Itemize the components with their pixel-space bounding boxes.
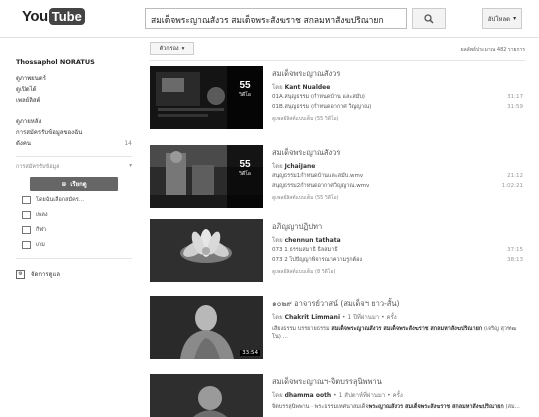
playlist-track[interactable]: สนุญธรรม2กำหนดอากาศวิญญาณ.wmv 1:02:21 <box>272 182 525 191</box>
result-author: โดย Chakrit Limmani • 1 ปีที่ผ่านมา • คร… <box>272 314 397 321</box>
sidebar-item-popular[interactable]: ดังคน 14 <box>16 138 132 149</box>
result-author: โดย JchaiJane <box>272 163 316 170</box>
results-divider <box>150 60 525 61</box>
result-count: ผลลัพธ์ประมาณ 482 รายการ <box>460 47 525 53</box>
chevron-down-icon: ▾ <box>181 45 185 52</box>
result-title[interactable]: อภิญญาปฏิปทา <box>272 221 525 233</box>
playlist-count-overlay: 55 วิดีโอ <box>227 145 263 208</box>
author-link[interactable]: chennun tathata <box>285 237 341 244</box>
playlist-result: อภิญญาปฏิปทา โดย chennun tathata 073 1 ธ… <box>150 219 525 283</box>
playlist-thumbnail[interactable]: 55 วิดีโอ <box>150 145 263 208</box>
youtube-logo[interactable]: You Tube <box>22 8 85 25</box>
view-full-playlist-link[interactable]: ดูเพลย์ลิสต์แบบเต็ม (8 วิดีโอ) <box>272 268 525 276</box>
lotus-thumbnail-image <box>150 219 263 282</box>
result-info: อภิญญาปฏิปทา โดย chennun tathata 073 1 ธ… <box>272 219 525 276</box>
plus-icon: ⊕ <box>61 180 67 188</box>
video-result: สมเด็จพระญาณฯ-จิตบรรลุนิพพาน โดย dhamma … <box>150 374 525 417</box>
music-icon <box>22 210 31 219</box>
search-input[interactable]: สมเด็จพระญาณสังวร สมเด็จพระสังฆราช สกลมห… <box>145 8 407 29</box>
playlist-result: 55 วิดีโอ สมเด็จพระญาณสังวร โดย Kant Nua… <box>150 66 525 130</box>
result-author: โดย dhamma ooth • 1 สัปดาห์ที่ผ่านมา • ค… <box>272 392 403 399</box>
sidebar-item-subscriptions[interactable]: การสมัครรับข้อมูลของฉัน <box>16 127 132 138</box>
result-title[interactable]: สมเด็จพระญาณสังวร <box>272 147 525 159</box>
chevron-down-icon: ▾ <box>129 163 132 169</box>
author-link[interactable]: Kant Nualdee <box>285 84 331 91</box>
user-name[interactable]: Thossaphol NORATUS <box>16 58 132 66</box>
result-info: สมเด็จพระญาณสังวร โดย JchaiJane สนุญธรรม… <box>272 145 525 202</box>
subscriptions-section-header[interactable]: การสมัครรับข้อมูล ▾ <box>16 163 132 171</box>
browse-channels-button[interactable]: ⊕ เรียกดู <box>30 177 118 191</box>
search-button[interactable] <box>412 8 446 29</box>
playlist-count-overlay: 55 วิดีโอ <box>227 66 263 129</box>
upload-label: อัปโหลด <box>487 15 511 23</box>
sidebar-divider <box>16 156 132 157</box>
video-thumbnail[interactable] <box>150 374 263 417</box>
playlist-thumbnail[interactable] <box>150 219 263 282</box>
sidebar-item-movies[interactable]: ดูภาพยนตร์ <box>16 73 132 84</box>
result-title[interactable]: สมเด็จพระญาณฯ-จิตบรรลุนิพพาน <box>272 376 525 388</box>
result-author: โดย chennun tathata <box>272 237 341 244</box>
result-description: จิตบรรลุนิพพาน · พระธรรมเทศนาสมเด็จพระญา… <box>272 404 520 410</box>
logo-tube-text: Tube <box>48 8 85 25</box>
playlist-track[interactable]: 01A.สนุญธรรม (กำหนดบ้าน และสมับ) 31:17 <box>272 93 525 102</box>
playlist-track[interactable]: สนุญธรรม1กำหนดบ้านและสมับ.wmv 21:12 <box>272 172 525 181</box>
result-info: ๑๐๒๙ อาจารย์วาสน์ (สมเด็จฯ ยาว-สั้น) โดย… <box>272 296 525 341</box>
search-query: สมเด็จพระญาณสังวร สมเด็จพระสังฆราช สกลมห… <box>151 16 384 26</box>
playlist-track[interactable]: 073 1 ธรรมสมาธิ ธิลสมาธิ 37:15 <box>272 246 525 255</box>
author-link[interactable]: Chakrit Limmani <box>285 314 340 321</box>
result-author: โดย Kant Nualdee <box>272 84 331 91</box>
filter-button[interactable]: ตัวกรอง ▾ <box>150 42 194 55</box>
chevron-down-icon: ▾ <box>513 15 517 22</box>
result-info: สมเด็จพระญาณฯ-จิตบรรลุนิพพาน โดย dhamma … <box>272 374 525 411</box>
sidebar-item-watch-later[interactable]: ดูภายหลัง <box>16 116 132 127</box>
playlist-thumbnail[interactable]: 55 วิดีโอ <box>150 66 263 129</box>
logo-you-text: You <box>22 8 48 25</box>
author-link[interactable]: dhamma ooth <box>285 392 332 399</box>
result-info: สมเด็จพระญาณสังวร โดย Kant Nualdee 01A.ส… <box>272 66 525 123</box>
sports-icon <box>22 225 31 234</box>
playlist-track[interactable]: 01B.สนุญธรรม (กำหนดอากาศ วิญญาณ) 31:59 <box>272 103 525 112</box>
video-result: 33:54 ๑๐๒๙ อาจารย์วาสน์ (สมเด็จฯ ยาว-สั้… <box>150 296 525 360</box>
video-duration: 33:54 <box>240 350 260 356</box>
gaming-icon <box>22 240 31 249</box>
video-thumbnail-image <box>150 374 263 417</box>
upload-button[interactable]: อัปโหลด ▾ <box>482 8 522 29</box>
playlist-track[interactable]: 073 2 ไปปัญญาพิจารณาความรูกต้อง 38:13 <box>272 256 525 265</box>
sidebar-item-watched[interactable]: ดูเปิดได้ <box>16 84 132 95</box>
video-thumbnail[interactable]: 33:54 <box>150 296 263 359</box>
sidebar-sub-item[interactable]: โดยฉันเลือกสมัคร... <box>22 193 132 206</box>
result-title[interactable]: สมเด็จพระญาณสังวร <box>272 68 525 80</box>
view-full-playlist-link[interactable]: ดูเพลย์ลิสต์แบบเต็ม (55 วิดีโอ) <box>272 115 525 123</box>
sidebar-sub-item[interactable]: เกม <box>22 238 132 251</box>
sidebar-sub-item[interactable]: กีฬา <box>22 223 132 236</box>
sidebar-sub-item[interactable]: เพลง <box>22 208 132 221</box>
result-title[interactable]: ๑๐๒๙ อาจารย์วาสน์ (สมเด็จฯ ยาว-สั้น) <box>272 298 525 310</box>
masthead: You Tube สมเด็จพระญาณสังวร สมเด็จพระสังฆ… <box>0 0 539 38</box>
sidebar-item-playlists[interactable]: เพลย์ลิสต์ <box>16 95 132 106</box>
author-link[interactable]: JchaiJane <box>285 163 316 170</box>
view-full-playlist-link[interactable]: ดูเพลย์ลิสต์แบบเต็ม (55 วิดีโอ) <box>272 194 525 202</box>
sidebar-divider <box>16 258 132 259</box>
guide-sidebar: Thossaphol NORATUS ดูภาพยนตร์ ดูเปิดได้ … <box>16 58 132 279</box>
playlist-result: 55 วิดีโอ สมเด็จพระญาณสังวร โดย JchaiJan… <box>150 145 525 209</box>
manage-subscriptions-link[interactable]: ⚙ จัดการดูแล <box>16 269 132 279</box>
video-icon <box>22 195 31 204</box>
search-icon <box>424 13 434 24</box>
result-description: เสียงธรรม บรรยายธรรม สมเด็จพระญาณสังวร ส… <box>272 326 517 340</box>
gear-icon: ⚙ <box>16 269 25 279</box>
